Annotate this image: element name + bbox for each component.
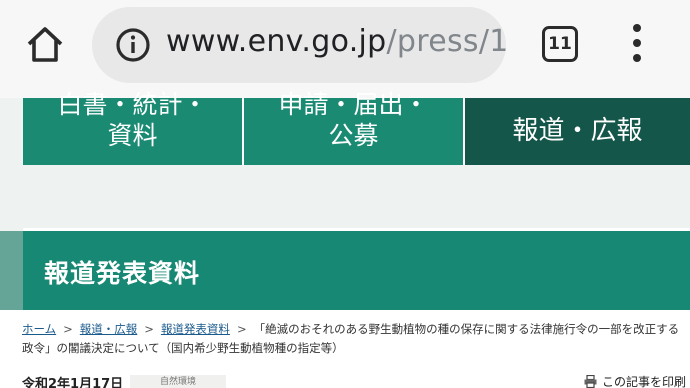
printer-icon <box>584 374 597 388</box>
nav-item-label: 資料 <box>107 121 158 150</box>
breadcrumb-press-link[interactable]: 報道・広報 <box>80 322 138 336</box>
spacer-band <box>23 165 690 228</box>
breadcrumb-current-cont: 政令」の閣議決定について（国内希少野生動植物種の指定等） <box>22 341 344 355</box>
more-menu-icon[interactable] <box>622 24 652 64</box>
breadcrumb-separator: > <box>144 322 154 336</box>
section-header: 報道発表資料 <box>0 231 690 310</box>
breadcrumb-current: 「絶滅のおそれのある野生動植物の種の保存に関する法律施行令の一部を改正する <box>253 322 680 336</box>
nav-item-label: 公募 <box>328 121 379 150</box>
nav-item-label: 報道・広報 <box>512 116 643 146</box>
nav-item-press[interactable]: 報道・広報 <box>465 98 690 165</box>
tab-switcher-button[interactable]: 11 <box>542 26 578 62</box>
breadcrumb-separator: > <box>63 322 73 336</box>
nav-item-applications[interactable]: 申請・届出・ 公募 <box>244 90 463 165</box>
page-title: 報道発表資料 <box>44 259 201 288</box>
breadcrumb-separator: > <box>236 322 247 336</box>
breadcrumb-releases-link[interactable]: 報道発表資料 <box>161 322 230 336</box>
global-nav: 白書・統計・ 資料 申請・届出・ 公募 報道・広報 <box>23 90 690 165</box>
nav-item-label: 白書・統計・ <box>57 90 208 119</box>
print-link[interactable]: この記事を印刷 <box>584 373 686 388</box>
url-text: www.env.go.jp/press/1( <box>166 24 506 59</box>
url-host: www.env.go.jp <box>166 24 387 59</box>
breadcrumb-home-link[interactable]: ホーム <box>22 322 56 336</box>
web-page: 白書・統計・ 資料 申請・届出・ 公募 報道・広報 報道発表資料 ホーム > 報道・… <box>0 90 690 388</box>
section-header-edge <box>0 231 23 310</box>
nav-item-whitepaper[interactable]: 白書・統計・ 資料 <box>23 90 242 165</box>
home-icon[interactable] <box>22 22 68 68</box>
nav-item-label: 申請・届出・ <box>278 90 429 119</box>
article-date: 令和2年1月17日 <box>22 377 124 388</box>
info-icon[interactable] <box>114 26 152 64</box>
browser-toolbar: www.env.go.jp/press/1( 11 <box>0 0 690 98</box>
category-tag: 自然環境 <box>130 375 226 388</box>
address-bar[interactable]: www.env.go.jp/press/1( <box>92 7 506 83</box>
article-meta: 令和2年1月17日 自然環境 この記事を印刷 <box>22 373 690 388</box>
print-label: この記事を印刷 <box>601 375 686 388</box>
url-path: /press/1( <box>386 24 506 59</box>
breadcrumb: ホーム > 報道・広報 > 報道発表資料 > 「絶滅のおそれのある野生動植物の種の保存に関す… <box>22 320 682 358</box>
